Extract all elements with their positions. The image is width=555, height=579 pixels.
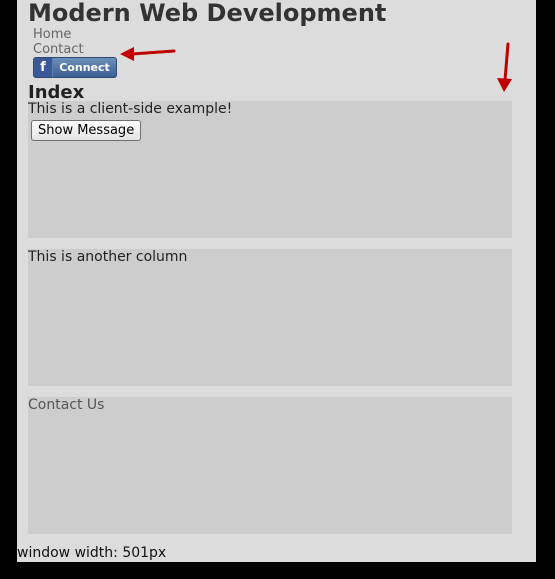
window-width-readout: window width: 501px: [17, 545, 167, 561]
facebook-icon: f: [34, 58, 53, 77]
content-column-1: This is a client-side example! Show Mess…: [28, 101, 512, 238]
column-2-text: This is another column: [28, 249, 188, 265]
down-arrow-icon: [497, 42, 512, 92]
column-3-text: Contact Us: [28, 397, 105, 413]
screenshot-frame: Modern Web Development Home Contact f Co…: [0, 0, 555, 579]
left-arrow-icon: [120, 47, 176, 61]
nav-link-contact[interactable]: Contact: [33, 42, 84, 57]
column-1-text: This is a client-side example!: [28, 101, 233, 117]
content-column-2: This is another column: [28, 249, 512, 386]
site-title: Modern Web Development: [28, 0, 387, 27]
show-message-button[interactable]: Show Message: [31, 120, 142, 141]
facebook-connect-label: Connect: [59, 61, 110, 74]
main-nav: Home Contact: [33, 27, 84, 57]
page-heading: Index: [28, 82, 85, 103]
nav-link-home[interactable]: Home: [33, 27, 84, 42]
browser-page: Modern Web Development Home Contact f Co…: [17, 0, 536, 562]
content-column-3: Contact Us: [28, 397, 512, 534]
facebook-connect-button[interactable]: f Connect: [33, 57, 117, 78]
